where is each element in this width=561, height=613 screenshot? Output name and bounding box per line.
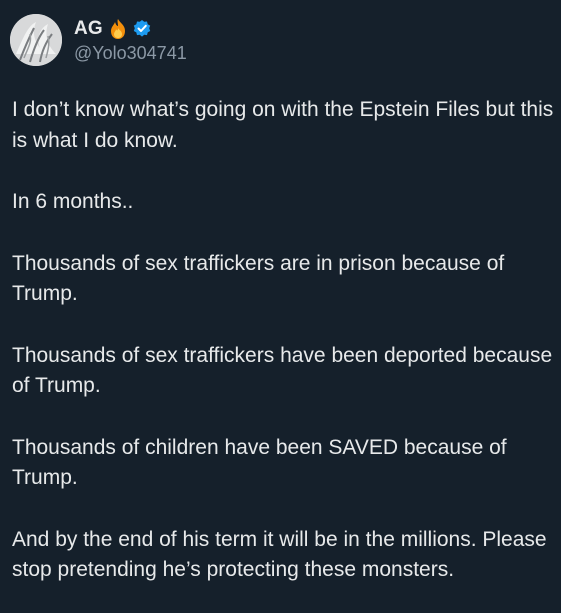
author-identity: AG @Yolo304741 [74,16,187,64]
display-name[interactable]: AG [74,18,103,40]
tweet-paragraph: I don’t know what’s going on with the Ep… [12,98,554,152]
tweet-text: I don’t know what’s going on with the Ep… [12,95,557,613]
tweet: AG @Yolo304741 I don’t know what’s going… [0,0,561,613]
tweet-paragraph: And by the end of his term it will be in… [12,527,547,582]
tweet-header: AG @Yolo304741 [10,12,187,68]
avatar-image [10,14,62,66]
verified-icon [132,19,152,39]
tweet-paragraph: Thousands of sex traffickers are in pris… [12,251,505,306]
tweet-paragraph: In 6 months.. [12,190,134,213]
tweet-paragraph: Thousands of sex traffickers have been d… [12,343,553,398]
name-row: AG [74,16,187,42]
tweet-paragraph: Thousands of children have been SAVED be… [12,435,507,490]
author-handle[interactable]: @Yolo304741 [74,43,187,64]
avatar[interactable] [10,14,62,66]
fire-icon [108,18,128,40]
